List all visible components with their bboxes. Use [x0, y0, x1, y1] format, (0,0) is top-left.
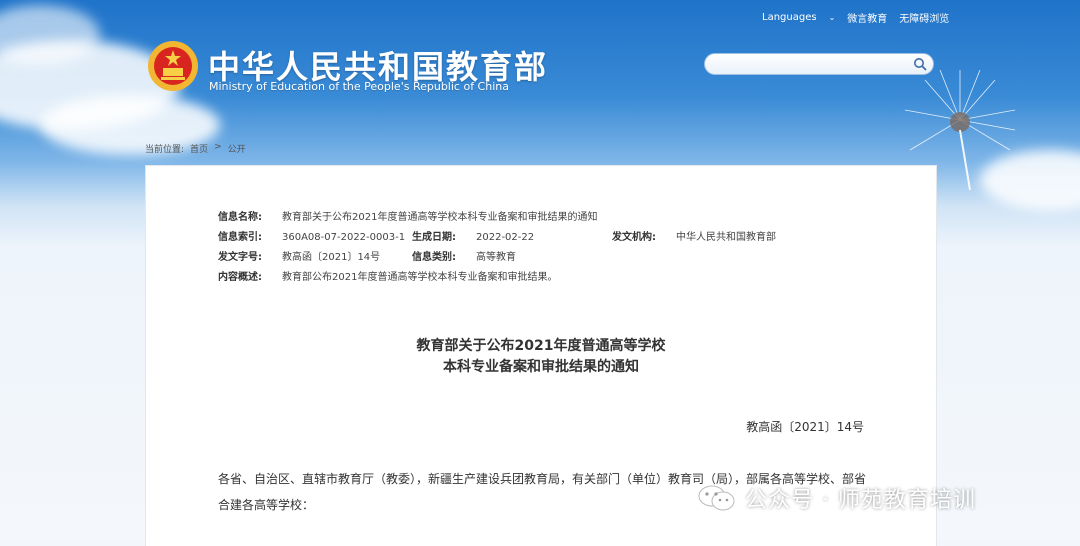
meta-value: 高等教育	[476, 252, 516, 263]
breadcrumb: 当前位置: 首页 > 公开	[145, 142, 246, 155]
breadcrumb-separator: >	[214, 142, 222, 152]
meta-value: 360A08-07-2022-0003-1	[282, 232, 406, 243]
meta-key: 发文字号:	[218, 252, 262, 263]
top-links: Languages ⌄ 微言教育 无障碍浏览	[762, 10, 949, 25]
breadcrumb-label: 当前位置:	[145, 145, 185, 155]
search-icon[interactable]	[913, 57, 927, 71]
meta-row: 内容概述: 教育部公布2021年度普通高等学校本科专业备案和审批结果。	[218, 268, 597, 288]
national-emblem-icon	[148, 41, 198, 91]
breadcrumb-home[interactable]: 首页	[190, 142, 208, 155]
meta-key: 发文机构:	[612, 232, 656, 243]
meta-value: 教育部公布2021年度普通高等学校本科专业备案和审批结果。	[282, 272, 558, 283]
meta-key: 内容概述:	[218, 272, 262, 283]
document-metadata: 信息名称: 教育部关于公布2021年度普通高等学校本科专业备案和审批结果的通知 …	[218, 208, 776, 288]
breadcrumb-current[interactable]: 公开	[228, 142, 246, 155]
languages-link[interactable]: Languages	[762, 12, 817, 23]
weiyan-link[interactable]: 微言教育	[847, 10, 887, 25]
document-number: 教高函〔2021〕14号	[746, 420, 864, 434]
accessibility-link[interactable]: 无障碍浏览	[899, 10, 949, 25]
watermark-text: 公众号 · 师苑教育培训	[745, 488, 976, 513]
article-title-line: 教育部关于公布2021年度普通高等学校	[416, 338, 666, 354]
meta-key: 信息类别:	[412, 252, 456, 263]
meta-key: 信息索引:	[218, 232, 262, 243]
search-input[interactable]	[715, 56, 909, 74]
meta-row: 信息索引: 360A08-07-2022-0003-1 生成日期: 2022-0…	[218, 228, 776, 248]
meta-key: 生成日期:	[412, 232, 456, 243]
search-box[interactable]	[704, 53, 934, 75]
ministry-name-en: Ministry of Education of the People's Re…	[209, 80, 509, 93]
wechat-icon	[698, 485, 735, 511]
meta-row: 信息名称: 教育部关于公布2021年度普通高等学校本科专业备案和审批结果的通知	[218, 208, 597, 228]
article-title: 教育部关于公布2021年度普通高等学校 本科专业备案和审批结果的通知	[146, 336, 936, 378]
meta-value: 教高函〔2021〕14号	[282, 252, 381, 263]
meta-key: 信息名称:	[218, 212, 262, 223]
meta-value: 中华人民共和国教育部	[676, 232, 776, 243]
article-title-line: 本科专业备案和审批结果的通知	[443, 359, 639, 375]
watermark: 公众号 · 师苑教育培训	[697, 482, 976, 514]
meta-value: 2022-02-22	[476, 232, 535, 243]
meta-value: 教育部关于公布2021年度普通高等学校本科专业备案和审批结果的通知	[282, 212, 598, 223]
meta-row: 发文字号: 教高函〔2021〕14号 信息类别: 高等教育	[218, 248, 597, 268]
chevron-down-icon: ⌄	[828, 13, 836, 22]
